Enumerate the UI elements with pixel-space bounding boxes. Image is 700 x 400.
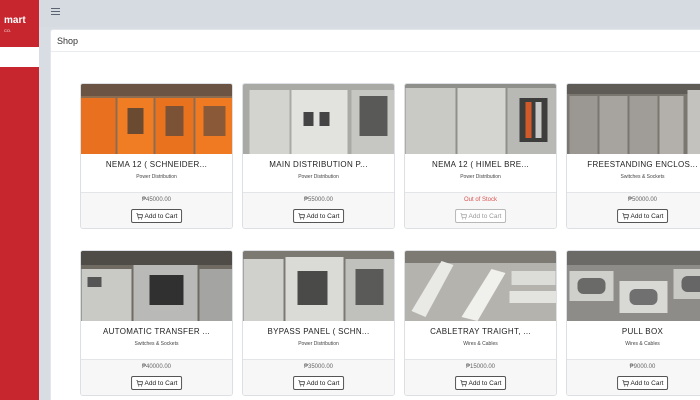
cart-icon bbox=[135, 212, 143, 219]
product-card-5[interactable]: AUTOMATIC TRANSFER ... Switches & Socket… bbox=[80, 250, 233, 396]
product-footer: ₱50000.00 Add to Cart bbox=[567, 192, 700, 228]
top-navbar bbox=[39, 0, 700, 27]
product-title[interactable]: NEMA 12 ( HIMEL BRE... bbox=[405, 160, 556, 169]
product-title[interactable]: CABLETRAY TRAIGHT, ... bbox=[405, 327, 556, 336]
product-footer: ₱40000.00 Add to Cart bbox=[81, 359, 232, 395]
product-card-4[interactable]: FREESTANDING ENCLOS... Switches & Socket… bbox=[566, 83, 700, 229]
add-to-cart-label: Add to Cart bbox=[144, 379, 178, 387]
product-title[interactable]: AUTOMATIC TRANSFER ... bbox=[81, 327, 232, 336]
add-to-cart-label: Add to Cart bbox=[468, 379, 502, 387]
product-title[interactable]: FREESTANDING ENCLOS... bbox=[567, 160, 700, 169]
product-price: ₱55000.00 bbox=[303, 197, 334, 203]
cart-icon bbox=[459, 379, 467, 386]
product-image[interactable] bbox=[243, 251, 394, 321]
product-image[interactable] bbox=[567, 84, 700, 154]
product-category: Wires & Cables bbox=[625, 341, 660, 347]
add-to-cart-label: Add to Cart bbox=[630, 379, 664, 387]
product-title[interactable]: MAIN DISTRIBUTION P... bbox=[243, 160, 394, 169]
add-to-cart-label: Add to Cart bbox=[630, 212, 664, 220]
cart-icon bbox=[459, 212, 467, 219]
product-card-1[interactable]: NEMA 12 ( SCHNEIDER... Power Distributio… bbox=[80, 83, 233, 229]
product-category: Wires & Cables bbox=[463, 341, 498, 347]
add-to-cart-button[interactable]: Add to Cart bbox=[616, 209, 669, 223]
add-to-cart-button[interactable]: Add to Cart bbox=[130, 376, 183, 390]
product-category: Switches & Sockets bbox=[134, 341, 179, 347]
brand-subtitle: CO. bbox=[4, 28, 12, 33]
product-footer: ₱9000.00 Add to Cart bbox=[567, 359, 700, 395]
product-category: Switches & Sockets bbox=[620, 174, 665, 180]
product-image[interactable] bbox=[567, 251, 700, 321]
product-card-2[interactable]: MAIN DISTRIBUTION P... Power Distributio… bbox=[242, 83, 395, 229]
product-category: Power Distribution bbox=[298, 341, 339, 347]
add-to-cart-label: Add to Cart bbox=[468, 212, 502, 220]
product-category: Power Distribution bbox=[460, 174, 501, 180]
add-to-cart-label: Add to Cart bbox=[144, 212, 178, 220]
sidebar-item-shop[interactable] bbox=[0, 47, 39, 67]
product-footer: ₱55000.00 Add to Cart bbox=[243, 192, 394, 228]
product-image[interactable] bbox=[405, 84, 556, 154]
product-price: ₱15000.00 bbox=[465, 364, 496, 370]
product-category: Power Distribution bbox=[136, 174, 177, 180]
add-to-cart-button[interactable]: Add to Cart bbox=[454, 376, 507, 390]
sidebar: mart CO. bbox=[0, 0, 39, 400]
add-to-cart-label: Add to Cart bbox=[306, 379, 340, 387]
product-price: Out of Stock bbox=[463, 197, 497, 203]
product-price: ₱9000.00 bbox=[629, 364, 656, 370]
product-price: ₱50000.00 bbox=[627, 197, 658, 203]
cart-icon bbox=[297, 379, 305, 386]
cart-icon bbox=[621, 379, 629, 386]
page-title: Shop bbox=[57, 36, 79, 46]
product-price: ₱45000.00 bbox=[141, 197, 172, 203]
hamburger-icon[interactable] bbox=[51, 8, 60, 16]
add-to-cart-button[interactable]: Add to Cart bbox=[616, 376, 669, 390]
cart-icon bbox=[135, 379, 143, 386]
add-to-cart-button[interactable]: Add to Cart bbox=[292, 209, 345, 223]
product-image[interactable] bbox=[81, 84, 232, 154]
content-header: Shop bbox=[51, 30, 700, 52]
product-card-8[interactable]: PULL BOX Wires & Cables ₱9000.00 Add to … bbox=[566, 250, 700, 396]
product-title[interactable]: NEMA 12 ( SCHNEIDER... bbox=[81, 160, 232, 169]
product-title[interactable]: PULL BOX bbox=[567, 327, 700, 336]
product-image[interactable] bbox=[405, 251, 556, 321]
add-to-cart-label: Add to Cart bbox=[306, 212, 340, 220]
product-footer: ₱15000.00 Add to Cart bbox=[405, 359, 556, 395]
product-card-6[interactable]: BYPASS PANEL ( SCHN... Power Distributio… bbox=[242, 250, 395, 396]
brand-name: mart bbox=[4, 15, 26, 26]
cart-icon bbox=[297, 212, 305, 219]
product-image[interactable] bbox=[81, 251, 232, 321]
cart-icon bbox=[621, 212, 629, 219]
product-footer: ₱45000.00 Add to Cart bbox=[81, 192, 232, 228]
product-card-3[interactable]: NEMA 12 ( HIMEL BRE... Power Distributio… bbox=[404, 83, 557, 229]
product-category: Power Distribution bbox=[298, 174, 339, 180]
product-image[interactable] bbox=[243, 84, 394, 154]
product-price: ₱35000.00 bbox=[303, 364, 334, 370]
product-card-7[interactable]: CABLETRAY TRAIGHT, ... Wires & Cables ₱1… bbox=[404, 250, 557, 396]
add-to-cart-button[interactable]: Add to Cart bbox=[130, 209, 183, 223]
product-footer: ₱35000.00 Add to Cart bbox=[243, 359, 394, 395]
product-title[interactable]: BYPASS PANEL ( SCHN... bbox=[243, 327, 394, 336]
product-price: ₱40000.00 bbox=[141, 364, 172, 370]
add-to-cart-button[interactable]: Add to Cart bbox=[454, 209, 507, 223]
product-footer: Out of Stock Add to Cart bbox=[405, 192, 556, 228]
add-to-cart-button[interactable]: Add to Cart bbox=[292, 376, 345, 390]
